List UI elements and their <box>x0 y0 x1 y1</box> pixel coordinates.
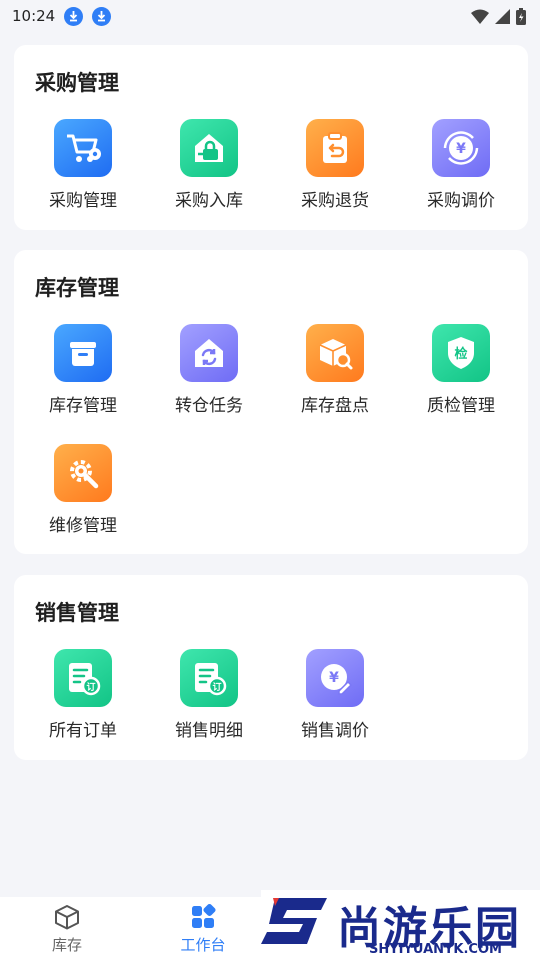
inventory-box-icon <box>54 324 112 382</box>
item-label: 维修管理 <box>49 516 117 536</box>
shield-check-icon: 检 <box>432 324 490 382</box>
sales-card: 销售管理 订 所有订单 订 销售明细 ¥ 销售调价 <box>14 575 528 760</box>
purchase-price-adjust-item[interactable]: ¥ 采购调价 <box>398 119 524 211</box>
purchase-management-item[interactable]: 采购管理 <box>20 119 146 211</box>
tab-label: 工作台 <box>180 936 226 954</box>
purchase-inbound-item[interactable]: 采购入库 <box>146 119 272 211</box>
wifi-icon <box>471 9 489 24</box>
inventory-management-item[interactable]: 库存管理 <box>20 324 146 416</box>
svg-text:订: 订 <box>86 681 95 693</box>
dashboard-grid-icon <box>192 903 216 928</box>
order-detail-icon: 订 <box>180 649 238 707</box>
cart-gear-icon <box>54 119 112 177</box>
svg-text:¥: ¥ <box>329 670 339 686</box>
section-title: 采购管理 <box>35 71 119 95</box>
svg-text:检: 检 <box>454 346 467 362</box>
repair-management-item[interactable]: 维修管理 <box>20 444 146 536</box>
yen-edit-icon: ¥ <box>306 649 364 707</box>
tab-workbench[interactable]: 工作台 <box>148 903 258 955</box>
sales-detail-item[interactable]: 订 销售明细 <box>146 649 272 741</box>
transfer-task-item[interactable]: 转仓任务 <box>146 324 272 416</box>
svg-text:订: 订 <box>212 681 221 693</box>
watermark-logo: 尚游乐园 SHYIYUANYK.COM <box>261 890 540 960</box>
item-label: 采购管理 <box>49 191 117 211</box>
cube-icon <box>55 905 79 930</box>
item-label: 库存盘点 <box>301 396 369 416</box>
signal-icon <box>495 8 510 24</box>
svg-text:¥: ¥ <box>456 141 466 157</box>
download-icon <box>92 6 112 26</box>
item-label: 采购入库 <box>175 191 243 211</box>
item-label: 销售明细 <box>175 721 243 741</box>
item-label: 转仓任务 <box>175 396 243 416</box>
house-basket-icon <box>180 119 238 177</box>
download-icon <box>64 6 84 26</box>
watermark-url: SHYIYUANYK.COM <box>369 942 502 957</box>
quality-inspection-item[interactable]: 检 质检管理 <box>398 324 524 416</box>
all-orders-item[interactable]: 订 所有订单 <box>20 649 146 741</box>
status-bar: 10:24 <box>0 0 540 32</box>
item-label: 销售调价 <box>301 721 369 741</box>
stocktake-item[interactable]: 库存盘点 <box>272 324 398 416</box>
section-title: 销售管理 <box>35 601 119 625</box>
tab-inventory[interactable]: 库存 <box>12 903 122 955</box>
purchase-card: 采购管理 采购管理 采购入库 采购退货 ¥ 采购调价 <box>14 45 528 230</box>
box-search-icon <box>306 324 364 382</box>
purchase-return-item[interactable]: 采购退货 <box>272 119 398 211</box>
item-label: 库存管理 <box>49 396 117 416</box>
inventory-card: 库存管理 库存管理 转仓任务 库存盘点 检 质检管理 维修管理 <box>14 250 528 554</box>
status-time: 10:24 <box>12 7 56 25</box>
warehouse-transfer-icon <box>180 324 238 382</box>
item-label: 质检管理 <box>427 396 495 416</box>
yen-cycle-icon: ¥ <box>432 119 490 177</box>
battery-icon <box>516 7 526 25</box>
clipboard-return-icon <box>306 119 364 177</box>
item-label: 采购调价 <box>427 191 495 211</box>
tab-label: 库存 <box>51 936 82 954</box>
sales-price-adjust-item[interactable]: ¥ 销售调价 <box>272 649 398 741</box>
item-label: 所有订单 <box>49 721 117 741</box>
wrench-gear-icon <box>54 444 112 502</box>
section-title: 库存管理 <box>35 276 119 300</box>
order-doc-icon: 订 <box>54 649 112 707</box>
item-label: 采购退货 <box>301 191 369 211</box>
